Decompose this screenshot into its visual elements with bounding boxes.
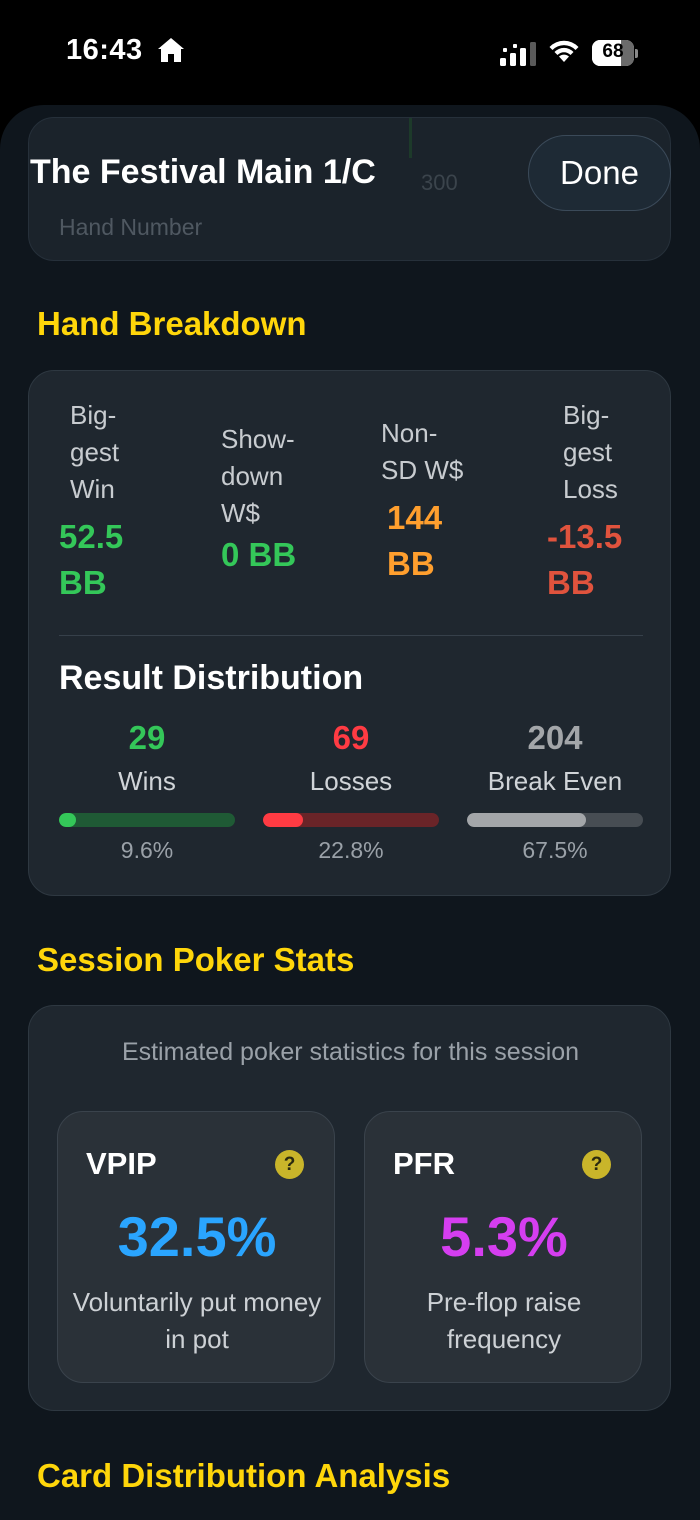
result-label: Break Even (487, 766, 623, 796)
stat-value: 144 BB (387, 499, 443, 582)
result-progress-fill (467, 813, 586, 827)
stat-label: Big-gest Win (70, 400, 120, 504)
result-percent: 67.5% (522, 837, 588, 863)
status-time: 16:43 (66, 34, 143, 66)
result-wins: 29 Wins 9.6% (59, 717, 235, 864)
cellular-signal-icon (500, 42, 536, 66)
stat-label: Big-gest Loss (563, 400, 618, 504)
result-percent: 9.6% (120, 837, 174, 863)
stat-value: 52.5 BB (59, 518, 124, 601)
result-label: Losses (309, 766, 393, 796)
vpip-tile: VPIP ? 32.5% Voluntarily put money in po… (57, 1111, 335, 1383)
result-break-even: 204 Break Even 67.5% (467, 717, 643, 864)
battery-level: 68 (602, 41, 624, 62)
result-label: Wins (118, 766, 176, 796)
result-progress-bar (263, 813, 439, 827)
result-progress-fill (263, 813, 304, 827)
sheet-title: The Festival Main 1/C (30, 153, 376, 191)
result-count: 69 (332, 719, 370, 756)
wifi-icon (549, 40, 579, 62)
result-count: 29 (128, 719, 166, 756)
stat-biggest-loss: Big-gest Loss -13.5 BB (547, 397, 687, 606)
tile-description: Voluntarily put money in pot (72, 1287, 322, 1354)
tile-title: VPIP (86, 1146, 157, 1181)
tile-value: 32.5% (117, 1205, 277, 1268)
stat-showdown-winnings: Show-down W$ 0 BB (221, 421, 361, 578)
result-progress-bar (59, 813, 235, 827)
result-progress-bar (467, 813, 643, 827)
tile-title: PFR (393, 1146, 455, 1181)
result-progress-fill (59, 813, 76, 827)
session-detail-sheet: 300 Hand Number The Festival Main 1/C Do… (0, 105, 700, 1520)
card-distribution-heading: Card Distribution Analysis (37, 1457, 451, 1494)
session-stats-heading: Session Poker Stats (37, 941, 355, 978)
result-losses: 69 Losses 22.8% (263, 717, 439, 864)
battery-icon: 68 (592, 40, 638, 66)
pfr-tile: PFR ? 5.3% Pre-flop raise frequency (364, 1111, 642, 1383)
hand-breakdown-card: Big-gest Win 52.5 BB Show-down W$ 0 BB Non-… (28, 370, 671, 896)
result-percent: 22.8% (318, 837, 384, 863)
done-button[interactable]: Done (528, 135, 671, 211)
stat-value: 0 BB (221, 536, 297, 573)
chart-line (409, 118, 412, 158)
tile-description: Pre-flop raise frequency (426, 1287, 582, 1354)
stat-value: -13.5 BB (547, 518, 623, 601)
chart-tick-label: 300 (421, 170, 458, 195)
chart-axis-label: Hand Number (59, 214, 203, 240)
stat-label: Show-down W$ (221, 424, 295, 528)
result-distribution-heading: Result Distribution (59, 659, 364, 697)
stat-label: Non- SD W$ (381, 418, 464, 485)
divider (59, 635, 643, 636)
hand-breakdown-heading: Hand Breakdown (37, 305, 307, 342)
help-icon[interactable]: ? (582, 1150, 611, 1179)
session-stats-caption: Estimated poker statistics for this sess… (121, 1038, 580, 1066)
stat-non-showdown-winnings: Non- SD W$ 144 BB (381, 415, 521, 587)
home-icon (158, 38, 184, 62)
session-stats-card: Estimated poker statistics for this sess… (28, 1005, 671, 1411)
status-bar: 16:43 68 (0, 0, 700, 105)
tile-value: 5.3% (440, 1205, 568, 1268)
help-icon[interactable]: ? (275, 1150, 304, 1179)
result-count: 204 (527, 719, 583, 756)
stat-biggest-win: Big-gest Win 52.5 BB (59, 397, 199, 606)
